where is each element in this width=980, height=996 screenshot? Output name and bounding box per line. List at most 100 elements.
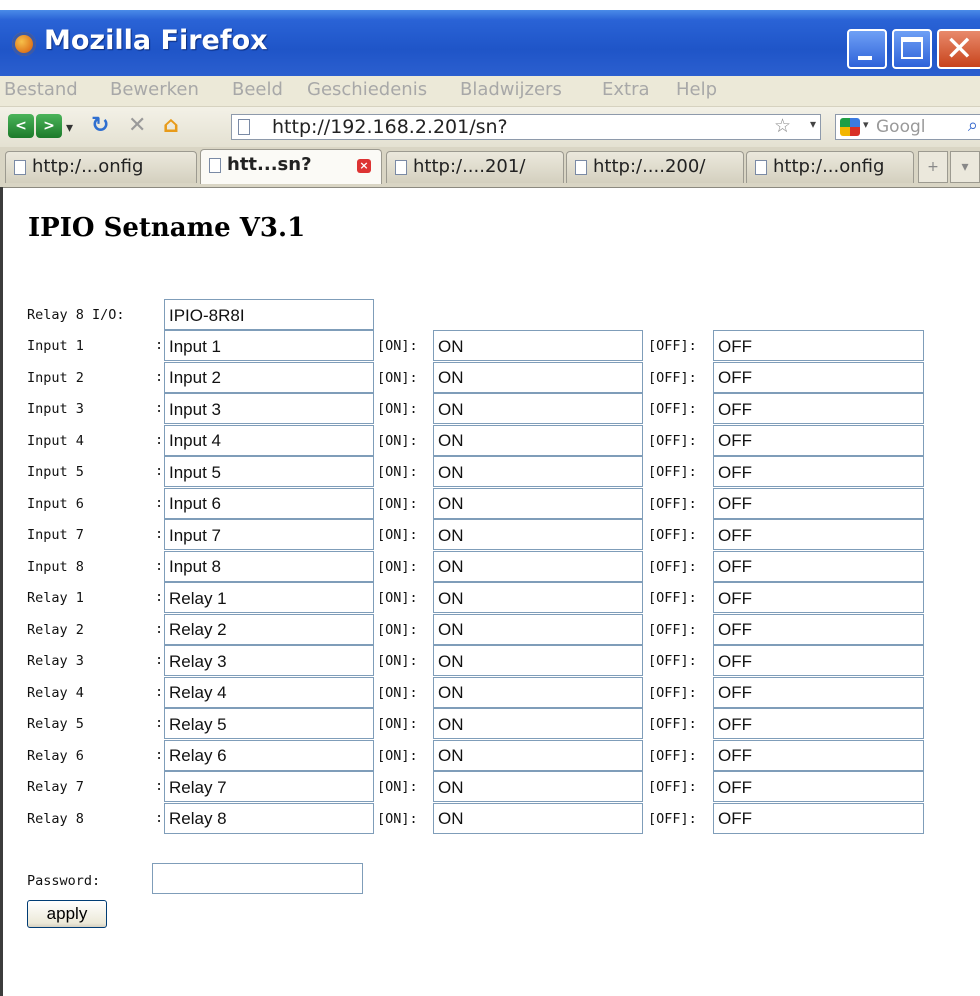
menu-item-bladwijzers[interactable]: Bladwijzers xyxy=(460,79,562,100)
forward-button[interactable]: > xyxy=(36,114,62,138)
relay-7-name-input[interactable] xyxy=(164,771,374,802)
input-3-on-input[interactable] xyxy=(433,393,643,424)
relay-7-off-input[interactable] xyxy=(713,771,924,802)
input-1-off-input[interactable] xyxy=(713,330,924,361)
on-tag-label: [ON]: xyxy=(377,558,418,575)
back-button[interactable]: < xyxy=(8,114,34,138)
input-5-off-input[interactable] xyxy=(713,456,924,487)
relay-6-name-input[interactable] xyxy=(164,739,374,771)
input-8-on-input[interactable] xyxy=(433,550,643,582)
on-tag-label: [ON]: xyxy=(377,779,418,795)
relay-5-name-input[interactable] xyxy=(164,708,374,739)
relay-4-on-input[interactable] xyxy=(433,676,643,708)
input-5-name-input[interactable] xyxy=(164,456,374,487)
menu-item-bestand[interactable]: Bestand xyxy=(4,79,78,100)
tab-setname[interactable]: htt...sn? × xyxy=(200,149,382,184)
relay-3-on-input[interactable] xyxy=(433,645,643,676)
tab-label: http:/....201/ xyxy=(413,156,526,177)
search-engine-icon[interactable] xyxy=(840,118,860,136)
relay-4-name-input[interactable] xyxy=(164,676,374,708)
search-box[interactable]: ▾ Googl ⌕ xyxy=(835,114,980,140)
password-field[interactable] xyxy=(152,863,363,894)
maximize-button[interactable] xyxy=(892,29,932,69)
input-6-on-input[interactable] xyxy=(433,487,643,519)
tab-list-icon[interactable]: ▾ xyxy=(950,151,980,183)
colon-separator: : xyxy=(155,557,164,574)
bookmark-star-icon[interactable]: ☆ xyxy=(774,115,791,137)
menu-item-beeld[interactable]: Beeld xyxy=(232,79,283,100)
input-3-name-input[interactable] xyxy=(164,393,374,424)
tab-config-1[interactable]: http:/...onfig xyxy=(5,151,197,183)
input-1-name-input[interactable] xyxy=(164,330,374,361)
menu-item-help[interactable]: Help xyxy=(676,79,717,100)
menu-item-bewerken[interactable]: Bewerken xyxy=(110,79,199,100)
minimize-button[interactable] xyxy=(847,29,887,69)
relay-8-on-input[interactable] xyxy=(433,802,643,834)
on-tag-label: [ON]: xyxy=(377,401,418,417)
relay-8-name-input[interactable] xyxy=(164,802,374,834)
new-tab-icon[interactable]: + xyxy=(918,151,948,183)
menu-item-geschiedenis[interactable]: Geschiedenis xyxy=(307,79,427,100)
device-name-input[interactable] xyxy=(164,299,374,330)
input-4-name-input[interactable] xyxy=(164,424,374,456)
relay-7-on-input[interactable] xyxy=(433,771,643,802)
off-tag-label: [OFF]: xyxy=(648,369,697,386)
relay-8-off-input[interactable] xyxy=(713,802,924,834)
input-8-name-input[interactable] xyxy=(164,550,374,582)
input-2-name-input[interactable] xyxy=(164,361,374,393)
io-label: Input 3 xyxy=(27,401,84,417)
on-tag-label: [ON]: xyxy=(377,716,418,732)
navigation-toolbar: < > ▾ ↻ ✕ ⌂ http://192.168.2.201/sn? ☆ ▾… xyxy=(0,107,980,147)
url-bar[interactable]: http://192.168.2.201/sn? ☆ ▾ xyxy=(231,114,821,140)
tab-close-icon[interactable]: × xyxy=(357,159,371,173)
search-icon[interactable]: ⌕ xyxy=(968,115,978,136)
input-6-name-input[interactable] xyxy=(164,487,374,519)
colon-separator: : xyxy=(155,715,164,731)
relay-5-on-input[interactable] xyxy=(433,708,643,739)
relay-3-name-input[interactable] xyxy=(164,645,374,676)
io-row-input-7: Input 7: [ON]: [OFF]: xyxy=(3,519,980,550)
input-3-off-input[interactable] xyxy=(713,393,924,424)
input-7-off-input[interactable] xyxy=(713,519,924,550)
reload-icon[interactable]: ↻ xyxy=(91,113,109,139)
stop-icon[interactable]: ✕ xyxy=(128,113,146,139)
relay-2-off-input[interactable] xyxy=(713,613,924,645)
password-label: Password: xyxy=(27,873,101,889)
io-label: Relay 3 xyxy=(27,653,84,669)
tab-201[interactable]: http:/....201/ xyxy=(386,151,564,183)
input-2-off-input[interactable] xyxy=(713,361,924,393)
tab-200[interactable]: http:/....200/ xyxy=(566,151,744,183)
relay-5-off-input[interactable] xyxy=(713,708,924,739)
colon-separator: : xyxy=(155,526,164,542)
relay-1-name-input[interactable] xyxy=(164,582,374,613)
url-dropdown-icon[interactable]: ▾ xyxy=(810,117,816,131)
relay-6-on-input[interactable] xyxy=(433,739,643,771)
home-icon[interactable]: ⌂ xyxy=(163,113,179,139)
input-7-name-input[interactable] xyxy=(164,519,374,550)
relay-2-name-input[interactable] xyxy=(164,613,374,645)
input-7-on-input[interactable] xyxy=(433,519,643,550)
history-dropdown-icon[interactable]: ▾ xyxy=(66,115,73,141)
input-1-on-input[interactable] xyxy=(433,330,643,361)
close-window-button[interactable]: ✕ xyxy=(937,29,980,69)
relay-3-off-input[interactable] xyxy=(713,645,924,676)
page-icon xyxy=(209,158,221,173)
off-tag-label: [OFF]: xyxy=(648,716,697,732)
menu-item-extra[interactable]: Extra xyxy=(602,79,650,100)
url-text[interactable]: http://192.168.2.201/sn? xyxy=(272,116,508,138)
search-engine-dropdown-icon[interactable]: ▾ xyxy=(863,118,869,131)
input-2-on-input[interactable] xyxy=(433,361,643,393)
relay-1-off-input[interactable] xyxy=(713,582,924,613)
apply-button[interactable]: apply xyxy=(27,900,107,928)
input-5-on-input[interactable] xyxy=(433,456,643,487)
relay-1-on-input[interactable] xyxy=(433,582,643,613)
relay-6-off-input[interactable] xyxy=(713,739,924,771)
search-placeholder[interactable]: Googl xyxy=(876,117,926,137)
tab-config-2[interactable]: http:/...onfig xyxy=(746,151,914,183)
input-4-on-input[interactable] xyxy=(433,424,643,456)
relay-4-off-input[interactable] xyxy=(713,676,924,708)
input-4-off-input[interactable] xyxy=(713,424,924,456)
input-8-off-input[interactable] xyxy=(713,550,924,582)
relay-2-on-input[interactable] xyxy=(433,613,643,645)
input-6-off-input[interactable] xyxy=(713,487,924,519)
